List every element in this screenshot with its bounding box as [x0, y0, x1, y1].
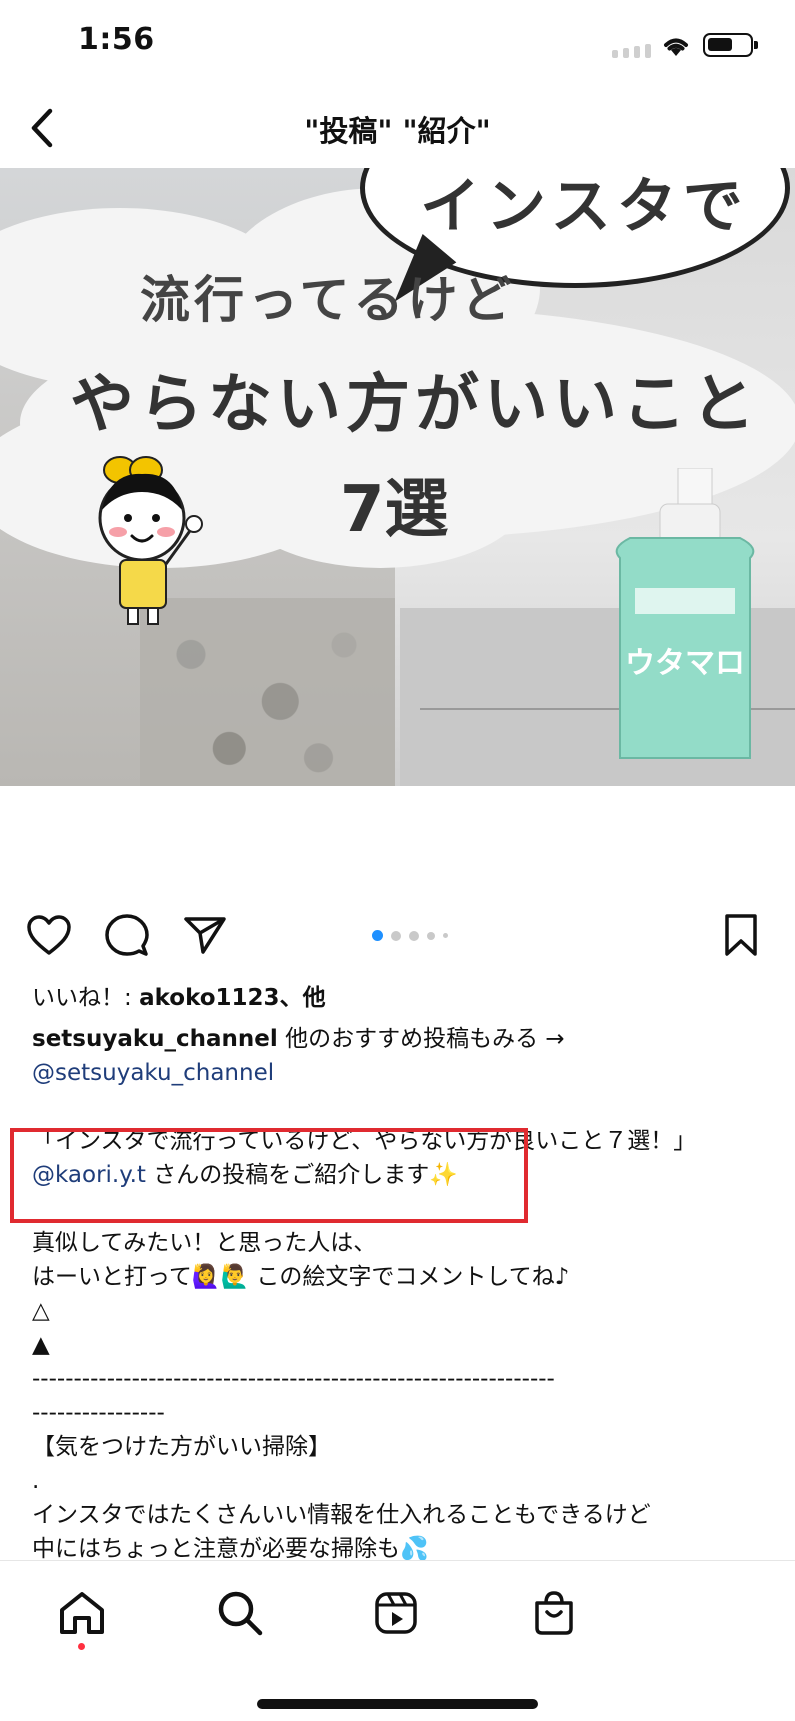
- cleaner-bottle-illustration: ウタマロ: [615, 468, 755, 759]
- likes-suffix: 、他: [279, 985, 326, 1011]
- caption-text: はーいと打って🙋‍♀️🙋‍♂️ この絵文字でコメントしてね♪: [32, 1264, 570, 1290]
- send-icon: [184, 917, 226, 954]
- caption-text: △: [32, 1298, 50, 1324]
- carousel-indicator: [372, 930, 448, 941]
- nav-shop-button[interactable]: [524, 1583, 584, 1643]
- post-actions: [0, 900, 795, 970]
- carousel-dot-active: [372, 930, 383, 941]
- search-icon: [218, 1591, 263, 1636]
- bottle-label: ウタマロ: [625, 646, 745, 681]
- comment-icon: [105, 914, 149, 956]
- notification-dot: [78, 1643, 85, 1650]
- carousel-dot: [443, 933, 448, 938]
- wifi-icon: [660, 34, 692, 62]
- caption-text: 他のおすすめ投稿もみる →: [277, 1026, 565, 1052]
- likes-prefix: いいね！:: [32, 985, 140, 1011]
- likes-user[interactable]: akoko1123: [139, 985, 280, 1011]
- battery-icon: [703, 33, 758, 57]
- caption-text: 【気をつけた方がいい掃除】: [32, 1434, 331, 1460]
- header: "投稿" "紹介": [0, 88, 795, 168]
- share-button[interactable]: [180, 910, 230, 960]
- caption-text: .: [32, 1468, 40, 1494]
- bookmark-icon: [725, 914, 757, 956]
- highlight-annotation-box: [10, 1128, 528, 1223]
- status-time: 1:56: [78, 22, 155, 57]
- mascot-illustration: [98, 456, 203, 625]
- mention-link[interactable]: @setsuyaku_channel: [32, 1060, 274, 1086]
- speech-bubble-text: インスタで: [420, 172, 749, 242]
- likes-summary[interactable]: いいね！: akoko1123、他: [32, 978, 326, 1012]
- like-button[interactable]: [24, 910, 74, 960]
- caption-username[interactable]: setsuyaku_channel: [32, 1026, 278, 1052]
- post-photo: インスタで 流行ってるけど やらない方がいいこと 7選 ウタマロ: [0, 168, 795, 786]
- nav-home-button[interactable]: [52, 1583, 112, 1643]
- image-text-line2: やらない方がいいこと: [70, 368, 760, 442]
- battery-level: [708, 38, 732, 51]
- carousel-dot: [409, 930, 419, 941]
- caption-divider: ----------------------------------------…: [32, 1366, 555, 1392]
- caption-text: ▲: [32, 1332, 50, 1358]
- caption-text: 真似してみたい！と思った人は、: [32, 1230, 377, 1256]
- image-text-line3: 7選: [340, 473, 449, 547]
- page-title: "投稿" "紹介": [304, 114, 491, 148]
- home-indicator: [257, 1699, 538, 1709]
- comment-button[interactable]: [102, 910, 152, 960]
- nav-reels-button[interactable]: [366, 1583, 426, 1643]
- post-image[interactable]: インスタで 流行ってるけど やらない方がいいこと 7選 ウタマロ: [0, 168, 795, 886]
- save-button[interactable]: [716, 910, 766, 960]
- image-text-line1: 流行ってるけど: [140, 271, 516, 329]
- caption-divider: ----------------: [32, 1400, 165, 1426]
- caption-text: インスタではたくさんいい情報を仕入れることもできるけど: [32, 1502, 651, 1528]
- reels-icon: [375, 1592, 417, 1634]
- home-icon: [60, 1592, 104, 1634]
- carousel-dot: [427, 931, 435, 940]
- bottom-nav: [0, 1560, 795, 1721]
- shop-icon: [535, 1591, 573, 1635]
- cellular-signal-icon: [612, 44, 651, 58]
- post-caption: setsuyaku_channel 他のおすすめ投稿もみる → @setsuya…: [32, 1022, 767, 1566]
- nav-search-button[interactable]: [210, 1583, 270, 1643]
- heart-icon: [27, 915, 71, 955]
- status-bar: 1:56: [0, 0, 795, 88]
- carousel-dot: [391, 930, 401, 941]
